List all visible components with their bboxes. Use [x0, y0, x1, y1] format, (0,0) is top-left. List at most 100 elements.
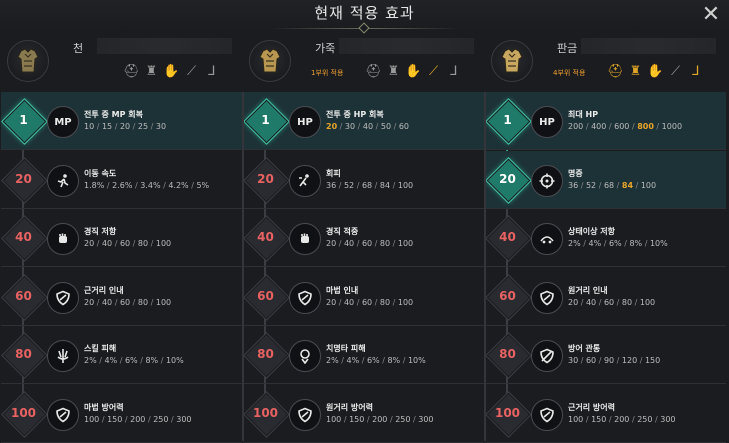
hp-icon: HP [289, 106, 321, 139]
effect-value: 40 [101, 239, 113, 249]
effect-values: 2% / 4% / 6% / 8% / 10% [568, 239, 668, 248]
effect-row[interactable]: 80 방어 관통 30 / 60 / 90 / 120 / 150 [485, 326, 726, 384]
effect-name: 스킬 피해 [84, 344, 117, 354]
value-separator: / [578, 297, 586, 307]
mp-icon: MP [47, 106, 79, 139]
value-separator: / [112, 122, 120, 132]
effect-row[interactable]: 40 경직 적중 20 / 40 / 60 / 80 / 100 [243, 209, 484, 267]
effect-value: 4% [104, 356, 118, 366]
effect-row[interactable]: 1 HP 최대 HP 200 / 400 / 600 / 800 / 1000 [485, 92, 726, 150]
value-separator: / [400, 356, 408, 366]
effect-value: 8% [387, 356, 401, 366]
effect-row[interactable]: 1 MP 전투 중 MP 회복 10 / 15 / 20 / 25 / 30 [1, 92, 242, 150]
effect-value: 8% [145, 356, 159, 366]
boots-icon[interactable]: ᒧ [445, 63, 462, 80]
leather-armor-icon [249, 40, 291, 82]
close-icon[interactable]: ✕ [700, 4, 722, 26]
cloth-armor-icon [7, 40, 49, 82]
critical-icon [289, 340, 321, 373]
effect-value: 4.2% [168, 180, 189, 190]
shield-icon [47, 398, 79, 431]
effect-row[interactable]: 40 경직 저항 20 / 40 / 60 / 80 / 100 [1, 209, 242, 267]
effect-value: 30 [344, 122, 356, 132]
effect-value: 40 [585, 297, 597, 307]
effect-value: 1.8% [84, 180, 105, 190]
effect-value: 250 [395, 414, 411, 424]
shield-icon [289, 398, 321, 431]
helmet-icon[interactable]: ⛑ [607, 63, 624, 80]
effect-name: 근거리 인내 [84, 285, 124, 295]
effect-value: 100 [568, 414, 584, 424]
effect-name: 회피 [326, 168, 341, 178]
value-separator: / [390, 180, 398, 190]
gloves-icon[interactable]: ✋ [405, 63, 422, 80]
effect-icon-label: MP [54, 116, 72, 128]
level-number: 40 [15, 230, 32, 245]
effect-name: 마법 방어력 [84, 402, 124, 412]
effect-row[interactable]: 40 상태이상 저항 2% / 4% / 6% / 8% / 10% [485, 209, 726, 267]
chest-armor-icon[interactable]: ♜ [385, 63, 402, 80]
weapon-icon[interactable]: ⟋ [667, 63, 684, 80]
value-separator: / [354, 180, 362, 190]
helmet-icon[interactable]: ⛑ [123, 63, 140, 80]
effect-value: 20 [326, 239, 337, 249]
effect-value: 20 [326, 122, 338, 132]
boots-icon[interactable]: ᒧ [203, 63, 220, 80]
level-number: 100 [494, 405, 521, 420]
gloves-icon[interactable]: ✋ [163, 63, 180, 80]
effect-row[interactable]: 20 이동 속도 1.8% / 2.6% / 3.4% / 4.2% / 5% [1, 151, 242, 209]
effect-row[interactable]: 80 스킬 피해 2% / 4% / 6% / 8% / 10% [1, 326, 242, 384]
equipment-pieces: ⛑ ♜ ✋ ⟋ ᒧ [607, 63, 704, 81]
set-column: 천 ⛑ ♜ ✋ ⟋ ᒧ 1 MP 전투 중 MP 회복 10 / 15 / 20 / 25 / 3… [1, 30, 242, 443]
level-number: 20 [15, 171, 32, 186]
value-separator: / [354, 297, 362, 307]
effect-values: 100 / 150 / 200 / 250 / 300 [84, 415, 192, 424]
effect-values: 36 / 52 / 68 / 84 / 100 [326, 181, 413, 190]
fist-icon [289, 223, 321, 256]
effect-value: 40 [343, 297, 355, 307]
effect-row[interactable]: 100 원거리 방어력 100 / 150 / 200 / 250 / 300 [243, 385, 484, 443]
effect-value: 5% [196, 180, 210, 190]
weapon-icon[interactable]: ⟋ [425, 63, 442, 80]
effect-row[interactable]: 80 치명타 피해 2% / 4% / 6% / 8% / 10% [243, 326, 484, 384]
effect-name: 이동 속도 [84, 168, 117, 178]
effect-value: 60 [119, 239, 131, 249]
value-separator: / [596, 297, 604, 307]
chest-armor-icon[interactable]: ♜ [143, 63, 160, 80]
effect-row[interactable]: 1 HP 전투 중 HP 회복 20 / 30 / 40 / 50 / 60 [243, 92, 484, 150]
set-header: 천 ⛑ ♜ ✋ ⟋ ᒧ [1, 30, 242, 92]
value-separator: / [601, 239, 609, 249]
value-separator: / [112, 297, 120, 307]
effect-value: 68 [603, 180, 615, 190]
set-applied-count: 1부위 적용 [311, 69, 344, 77]
effect-row[interactable]: 60 근거리 인내 20 / 40 / 60 / 80 / 100 [1, 268, 242, 326]
effect-value: 25 [137, 122, 149, 132]
effect-row[interactable]: 60 마법 인내 20 / 40 / 60 / 80 / 100 [243, 268, 484, 326]
helmet-icon[interactable]: ⛑ [365, 63, 382, 80]
boots-icon[interactable]: ᒧ [687, 63, 704, 80]
effect-name: 원거리 방어력 [326, 402, 373, 412]
effect-icon-label: HP [297, 116, 313, 128]
effect-value: 20 [568, 297, 579, 307]
effect-value: 80 [379, 297, 391, 307]
effect-value: 52 [585, 180, 597, 190]
chest-armor-icon[interactable]: ♜ [627, 63, 644, 80]
spike-icon [47, 340, 79, 373]
effect-row[interactable]: 20 명중 36 / 52 / 68 / 84 / 100 [485, 150, 726, 209]
effect-value: 40 [101, 297, 113, 307]
level-number: 100 [10, 405, 37, 420]
effect-row[interactable]: 100 마법 방어력 100 / 150 / 200 / 250 / 300 [1, 385, 242, 443]
gloves-icon[interactable]: ✋ [647, 63, 664, 80]
weapon-icon[interactable]: ⟋ [183, 63, 200, 80]
effect-name: 최대 HP [568, 110, 599, 120]
effect-row[interactable]: 100 근거리 방어력 100 / 150 / 200 / 250 / 300 [485, 385, 726, 443]
value-separator: / [578, 356, 586, 366]
value-separator: / [364, 414, 373, 424]
effect-values: 20 / 40 / 60 / 80 / 100 [326, 239, 413, 248]
effect-value: 2% [568, 239, 581, 249]
effect-row[interactable]: 60 원거리 인내 20 / 40 / 60 / 80 / 100 [485, 268, 726, 326]
value-separator: / [633, 180, 641, 190]
effect-row[interactable]: 20 회피 36 / 52 / 68 / 84 / 100 [243, 151, 484, 209]
value-separator: / [117, 356, 125, 366]
value-separator: / [614, 356, 622, 366]
